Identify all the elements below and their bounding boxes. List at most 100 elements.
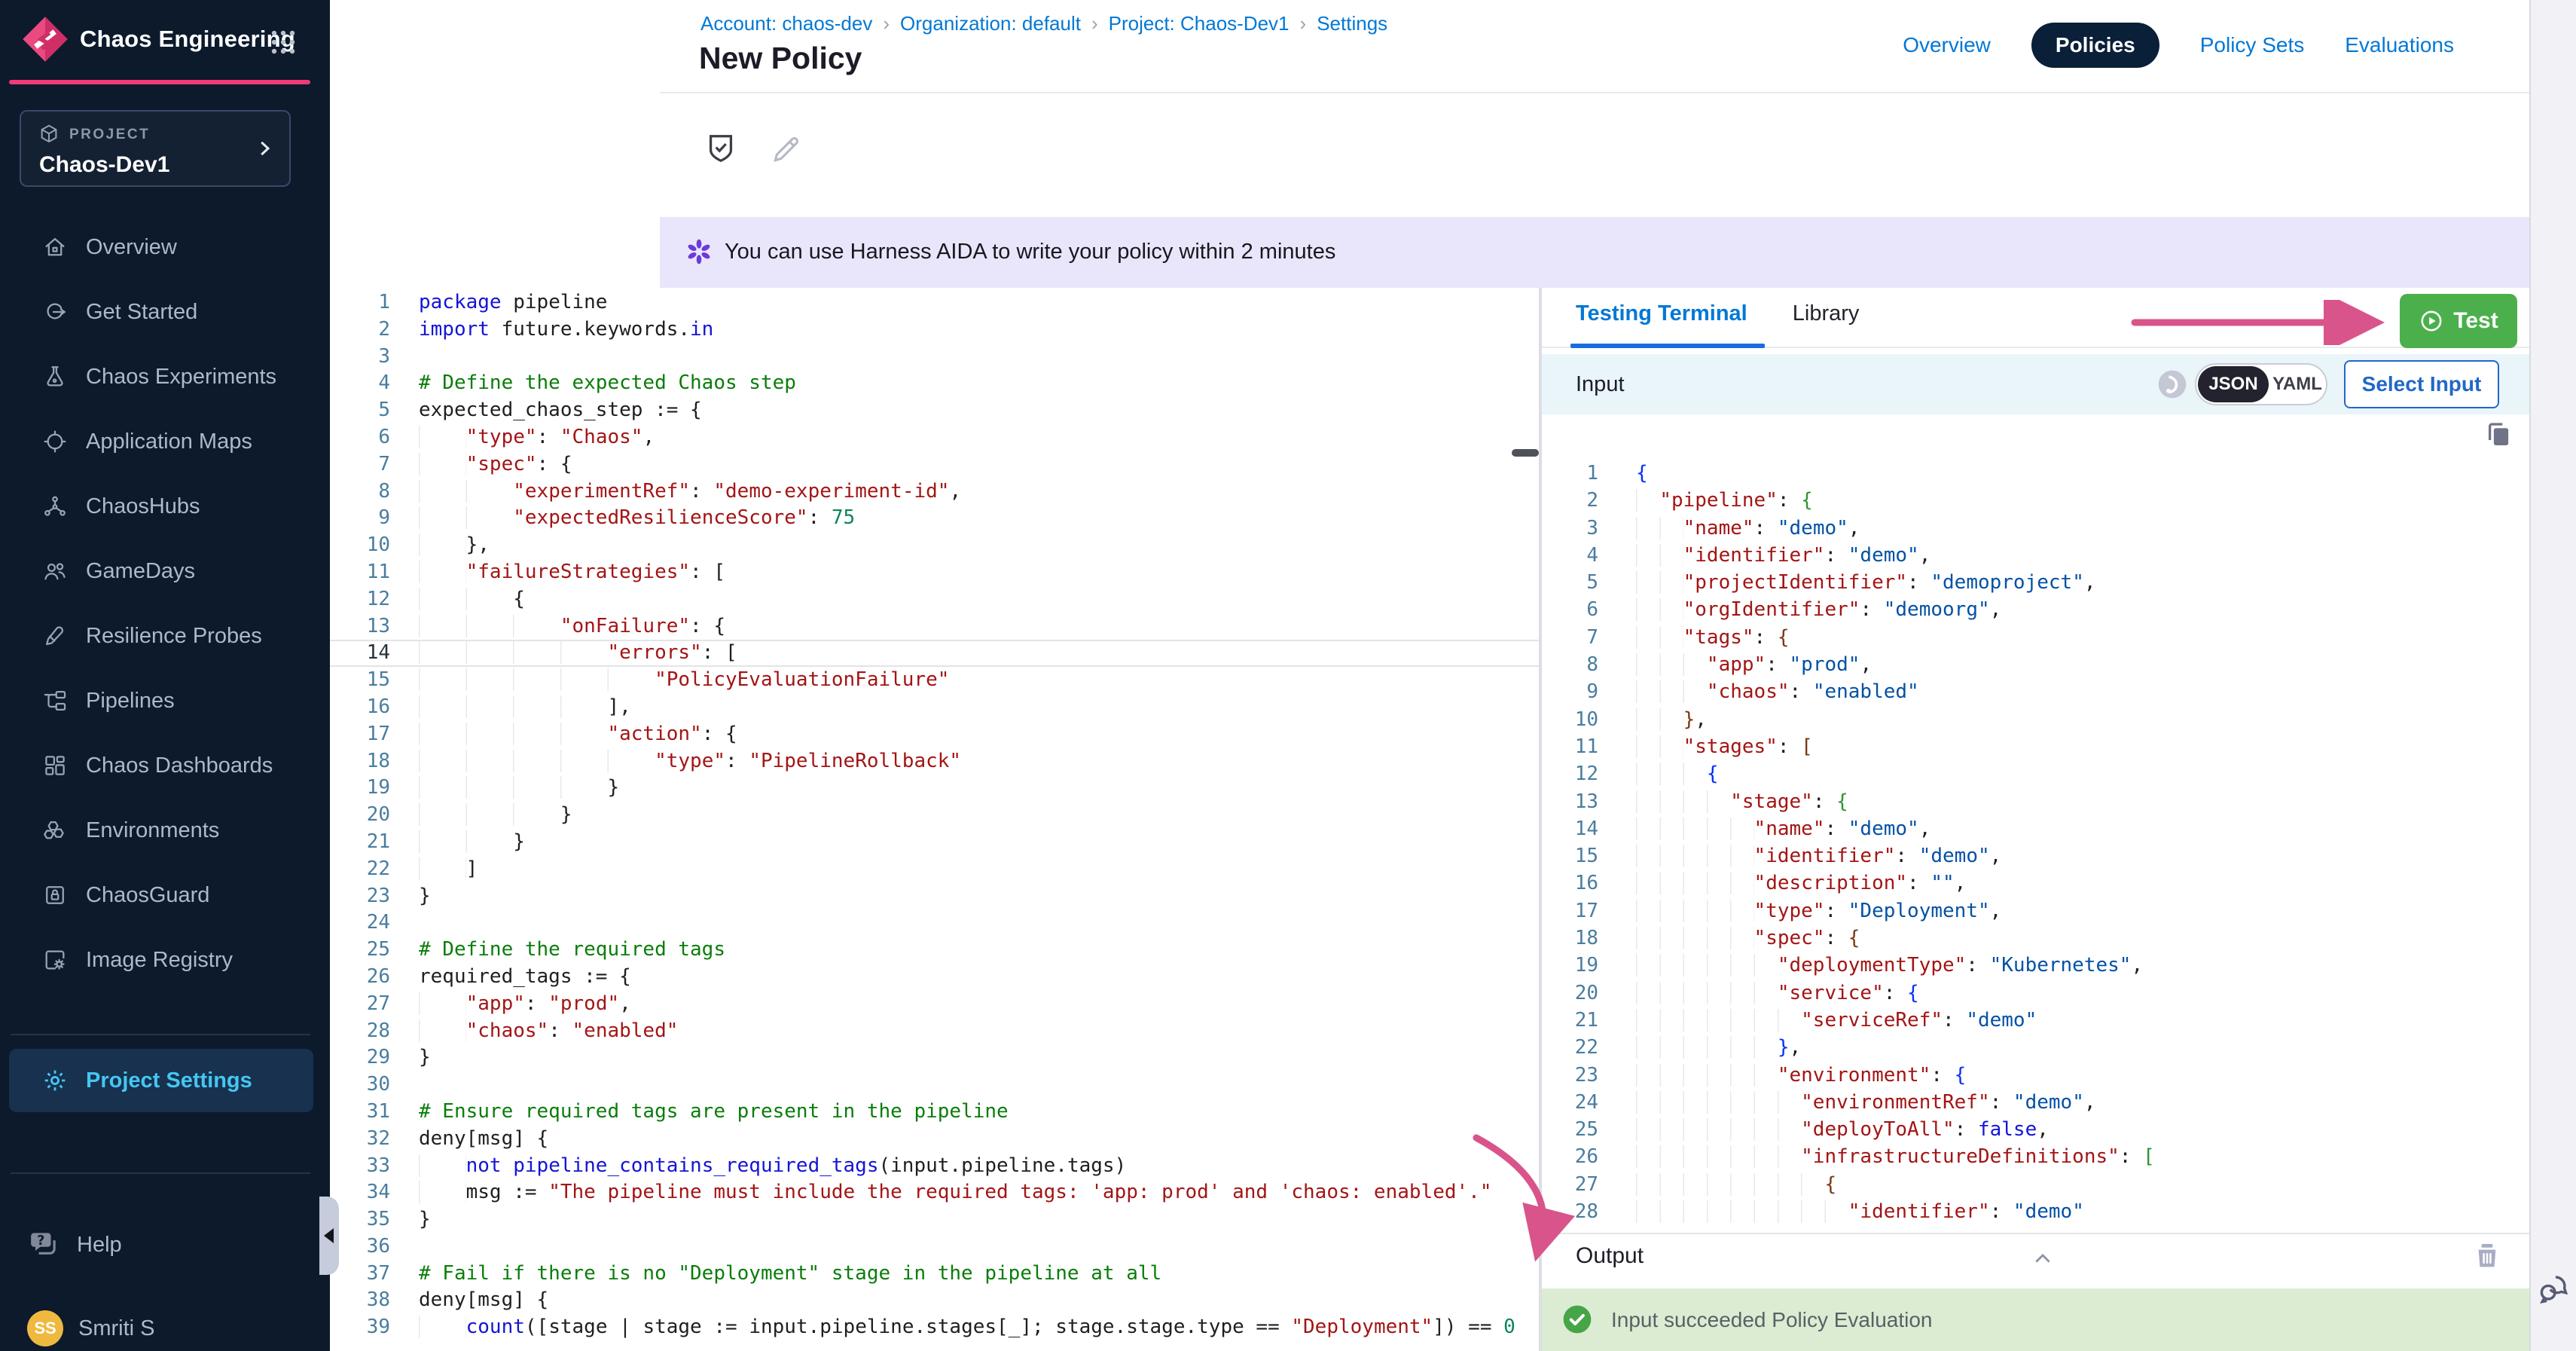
code-line[interactable]: 6 "type": "Chaos", <box>330 424 1539 451</box>
user-menu[interactable]: SS Smriti S <box>27 1310 155 1347</box>
code-line[interactable]: 29} <box>330 1044 1539 1071</box>
policy-code-editor[interactable]: 1package pipeline2import future.keywords… <box>330 289 1539 1341</box>
code-line[interactable]: 15 "PolicyEvaluationFailure" <box>330 667 1539 694</box>
code-line[interactable]: 10 }, <box>330 532 1539 559</box>
code-line[interactable]: 14 "name": "demo", <box>1542 815 2529 842</box>
code-line[interactable]: 28 "identifier": "demo" <box>1542 1198 2529 1225</box>
code-line[interactable]: 9 "chaos": "enabled" <box>1542 678 2529 705</box>
app-switcher-grid-icon[interactable] <box>268 27 298 57</box>
tab-evaluations[interactable]: Evaluations <box>2345 33 2454 57</box>
code-line[interactable]: 13 "stage": { <box>1542 788 2529 815</box>
code-line[interactable]: 38deny[msg] { <box>330 1287 1539 1314</box>
code-line[interactable]: 28 "chaos": "enabled" <box>330 1018 1539 1045</box>
sidebar-item-help[interactable]: ? Help <box>27 1222 122 1267</box>
code-line[interactable]: 19 "deploymentType": "Kubernetes", <box>1542 952 2529 979</box>
code-line[interactable]: 6 "orgIdentifier": "demoorg", <box>1542 596 2529 623</box>
sidebar-item-pipelines[interactable]: Pipelines <box>0 668 330 733</box>
code-line[interactable]: 12 { <box>1542 760 2529 787</box>
code-line[interactable]: 39 count([stage | stage := input.pipelin… <box>330 1314 1539 1341</box>
breadcrumb-item[interactable]: Project: Chaos-Dev1 <box>1109 12 1290 35</box>
code-line[interactable]: 35} <box>330 1206 1539 1233</box>
sidebar-item-project-settings[interactable]: Project Settings <box>9 1049 313 1112</box>
code-line[interactable]: 5expected_chaos_step := { <box>330 397 1539 424</box>
code-line[interactable]: 2 "pipeline": { <box>1542 487 2529 514</box>
code-line[interactable]: 30 <box>330 1071 1539 1099</box>
code-line[interactable]: 24 "environmentRef": "demo", <box>1542 1089 2529 1116</box>
code-line[interactable]: 9 "expectedResilienceScore": 75 <box>330 505 1539 532</box>
tab-overview[interactable]: Overview <box>1903 33 1991 57</box>
support-chat-icon[interactable] <box>2535 1270 2571 1307</box>
code-line[interactable]: 18 "spec": { <box>1542 925 2529 952</box>
code-line[interactable]: 4 "identifier": "demo", <box>1542 542 2529 569</box>
sidebar-item-chaos-experiments[interactable]: Chaos Experiments <box>0 344 330 409</box>
code-line[interactable]: 32deny[msg] { <box>330 1126 1539 1153</box>
sidebar-item-image-registry[interactable]: Image Registry <box>0 928 330 992</box>
code-line[interactable]: 12 { <box>330 586 1539 613</box>
sidebar-item-application-maps[interactable]: Application Maps <box>0 409 330 474</box>
breadcrumb-item[interactable]: Settings <box>1317 12 1387 35</box>
code-line[interactable]: 20 "service": { <box>1542 980 2529 1007</box>
code-line[interactable]: 5 "projectIdentifier": "demoproject", <box>1542 569 2529 596</box>
breadcrumb-item[interactable]: Organization: default <box>900 12 1081 35</box>
sidebar-item-resilience-probes[interactable]: Resilience Probes <box>0 604 330 668</box>
code-line[interactable]: 1{ <box>1542 460 2529 487</box>
code-line[interactable]: 23 "environment": { <box>1542 1062 2529 1089</box>
code-line[interactable]: 11 "failureStrategies": [ <box>330 559 1539 586</box>
code-line[interactable]: 15 "identifier": "demo", <box>1542 842 2529 870</box>
code-line[interactable]: 20 } <box>330 802 1539 829</box>
policy-shield-check-icon[interactable] <box>704 131 738 166</box>
select-input-button[interactable]: Select Input <box>2344 360 2499 408</box>
code-line[interactable]: 2import future.keywords.in <box>330 316 1539 344</box>
code-line[interactable]: 21 "serviceRef": "demo" <box>1542 1007 2529 1034</box>
code-line[interactable]: 31# Ensure required tags are present in … <box>330 1099 1539 1126</box>
code-line[interactable]: 8 "experimentRef": "demo-experiment-id", <box>330 478 1539 506</box>
input-json-editor[interactable]: 1{2 "pipeline": {3 "name": "demo",4 "ide… <box>1542 460 2529 1225</box>
sidebar-item-chaos-dashboards[interactable]: Chaos Dashboards <box>0 733 330 798</box>
sidebar-item-chaoshubs[interactable]: ChaosHubs <box>0 474 330 539</box>
code-line[interactable]: 36 <box>330 1233 1539 1261</box>
code-line[interactable]: 24 <box>330 909 1539 937</box>
code-line[interactable]: 34 msg := "The pipeline must include the… <box>330 1179 1539 1206</box>
trash-icon[interactable] <box>2471 1239 2504 1272</box>
breadcrumb-item[interactable]: Account: chaos-dev <box>700 12 872 35</box>
format-option-yaml[interactable]: YAML <box>2269 366 2326 402</box>
code-line[interactable]: 27 { <box>1542 1171 2529 1198</box>
code-line[interactable]: 26 "infrastructureDefinitions": [ <box>1542 1143 2529 1170</box>
code-line[interactable]: 7 "tags": { <box>1542 624 2529 651</box>
format-toggle[interactable]: JSONYAML <box>2195 363 2327 405</box>
split-drag-handle[interactable] <box>1512 449 1539 457</box>
code-line[interactable]: 21 } <box>330 829 1539 856</box>
code-line[interactable]: 22 }, <box>1542 1034 2529 1061</box>
code-line[interactable]: 16 "description": "", <box>1542 870 2529 897</box>
code-line[interactable]: 7 "spec": { <box>330 451 1539 478</box>
code-line[interactable]: 19 } <box>330 775 1539 802</box>
code-line[interactable]: 16 ], <box>330 694 1539 721</box>
copy-icon[interactable] <box>2483 419 2514 451</box>
test-button[interactable]: Test <box>2400 294 2517 348</box>
tab-policies[interactable]: Policies <box>2031 23 2159 68</box>
code-line[interactable]: 14 "errors": [ <box>330 640 1539 667</box>
code-line[interactable]: 11 "stages": [ <box>1542 733 2529 760</box>
sidebar-item-environments[interactable]: Environments <box>0 798 330 863</box>
code-line[interactable]: 33 not pipeline_contains_required_tags(i… <box>330 1153 1539 1180</box>
code-line[interactable]: 1package pipeline <box>330 289 1539 316</box>
tab-testing-terminal[interactable]: Testing Terminal <box>1576 301 1747 326</box>
edit-pencil-icon[interactable] <box>770 133 803 166</box>
code-line[interactable]: 18 "type": "PipelineRollback" <box>330 748 1539 775</box>
code-line[interactable]: 26required_tags := { <box>330 964 1539 991</box>
code-line[interactable]: 25 "deployToAll": false, <box>1542 1116 2529 1143</box>
code-line[interactable]: 8 "app": "prod", <box>1542 651 2529 678</box>
sidebar-collapse-handle[interactable] <box>319 1197 339 1275</box>
code-line[interactable]: 17 "type": "Deployment", <box>1542 897 2529 925</box>
code-line[interactable]: 22 ] <box>330 856 1539 883</box>
code-line[interactable]: 10 }, <box>1542 706 2529 733</box>
sidebar-item-chaosguard[interactable]: ChaosGuard <box>0 863 330 928</box>
code-line[interactable]: 3 "name": "demo", <box>1542 515 2529 542</box>
tab-policy-sets[interactable]: Policy Sets <box>2200 33 2305 57</box>
chevron-up-icon[interactable] <box>2028 1246 2058 1270</box>
sidebar-item-gamedays[interactable]: GameDays <box>0 539 330 604</box>
code-line[interactable]: 17 "action": { <box>330 721 1539 748</box>
sidebar-item-get-started[interactable]: Get Started <box>0 280 330 344</box>
code-line[interactable]: 4# Define the expected Chaos step <box>330 370 1539 397</box>
tab-library[interactable]: Library <box>1793 301 1860 326</box>
